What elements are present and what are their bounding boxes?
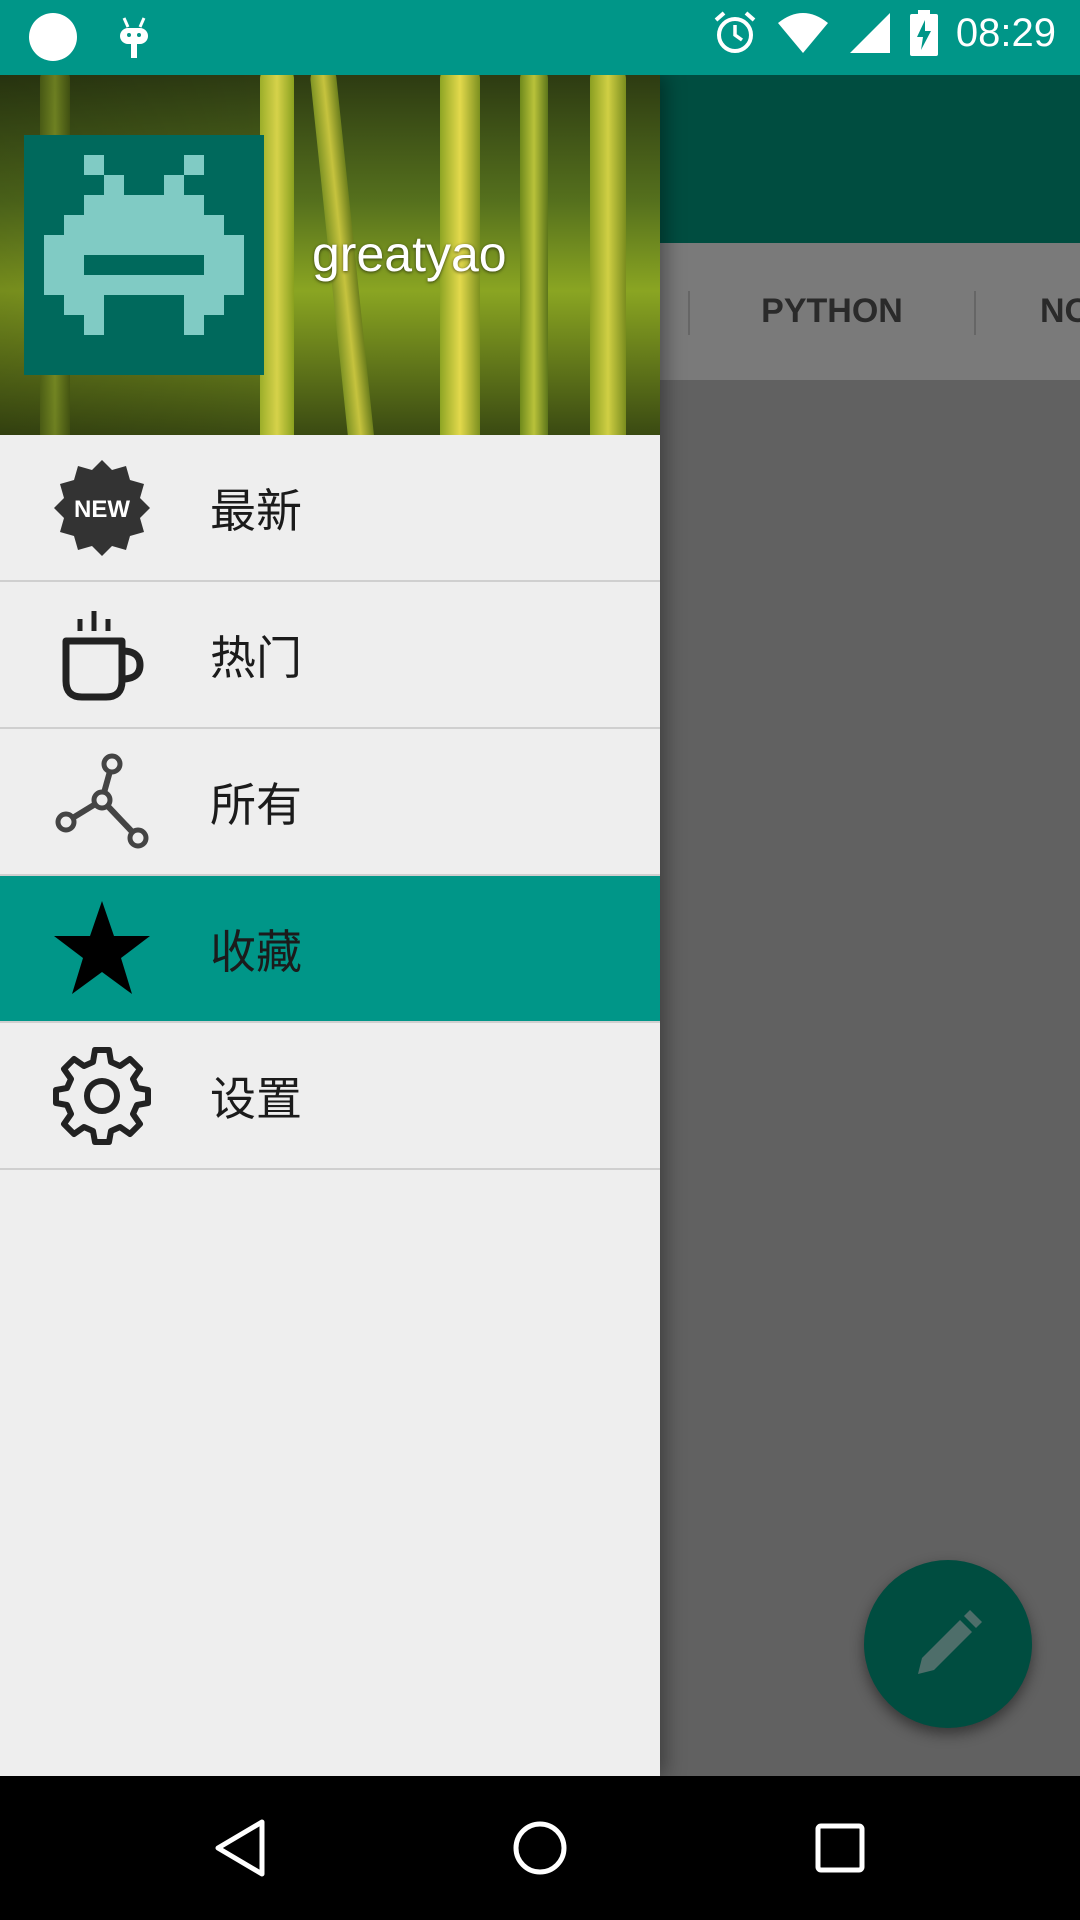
tab-divider xyxy=(974,291,976,335)
android-debug-icon xyxy=(120,17,148,58)
tab-python[interactable]: PYTHON xyxy=(690,243,974,380)
menu-item-settings[interactable]: 设置 xyxy=(0,1023,660,1170)
avatar[interactable] xyxy=(24,135,264,375)
menu-item-favorites[interactable]: 收藏 xyxy=(0,876,660,1023)
home-icon xyxy=(513,1821,567,1875)
tab-no[interactable]: NO xyxy=(1040,243,1080,380)
username: greatyao xyxy=(312,226,507,282)
coffee-cup-icon xyxy=(62,610,144,700)
graph-nodes-icon xyxy=(55,753,149,848)
new-badge-icon: NEW xyxy=(54,459,150,556)
menu-item-latest[interactable]: NEW 最新 xyxy=(0,435,660,582)
navigation-drawer: greatyao NEW 最新 热门 所有 收藏 设置 xyxy=(0,75,660,1776)
back-button[interactable] xyxy=(204,1812,276,1884)
menu-item-label: 所有 xyxy=(210,777,302,832)
wifi-icon xyxy=(777,13,828,53)
back-icon xyxy=(215,1819,265,1877)
gear-icon xyxy=(53,1046,151,1145)
menu-item-hot[interactable]: 热门 xyxy=(0,582,660,729)
alarm-icon xyxy=(714,11,756,53)
menu-item-label: 热门 xyxy=(210,630,302,685)
header-bamboo xyxy=(520,75,548,435)
recents-button[interactable] xyxy=(804,1812,876,1884)
circle-icon xyxy=(29,13,77,61)
menu-item-label: 收藏 xyxy=(210,924,302,979)
drawer-menu: NEW 最新 热门 所有 收藏 设置 xyxy=(0,435,660,1170)
star-icon xyxy=(54,900,150,994)
menu-item-label: 设置 xyxy=(210,1071,302,1126)
pixel-invader-avatar-icon xyxy=(44,155,244,335)
header-bamboo xyxy=(260,75,294,435)
status-bar: 08:29 xyxy=(0,0,1080,75)
recents-icon xyxy=(815,1823,865,1873)
compose-fab-button[interactable] xyxy=(864,1560,1032,1728)
menu-item-label: 最新 xyxy=(210,483,302,538)
drawer-header: greatyao xyxy=(0,75,660,435)
pencil-icon xyxy=(918,1610,982,1674)
status-time: 08:29 xyxy=(955,10,1056,55)
signal-icon xyxy=(849,13,890,53)
battery-charging-icon xyxy=(909,10,938,56)
menu-item-all[interactable]: 所有 xyxy=(0,729,660,876)
header-bamboo xyxy=(590,75,626,435)
system-nav-bar xyxy=(0,1776,1080,1920)
svg-text:NEW: NEW xyxy=(74,496,130,523)
home-button[interactable] xyxy=(504,1812,576,1884)
